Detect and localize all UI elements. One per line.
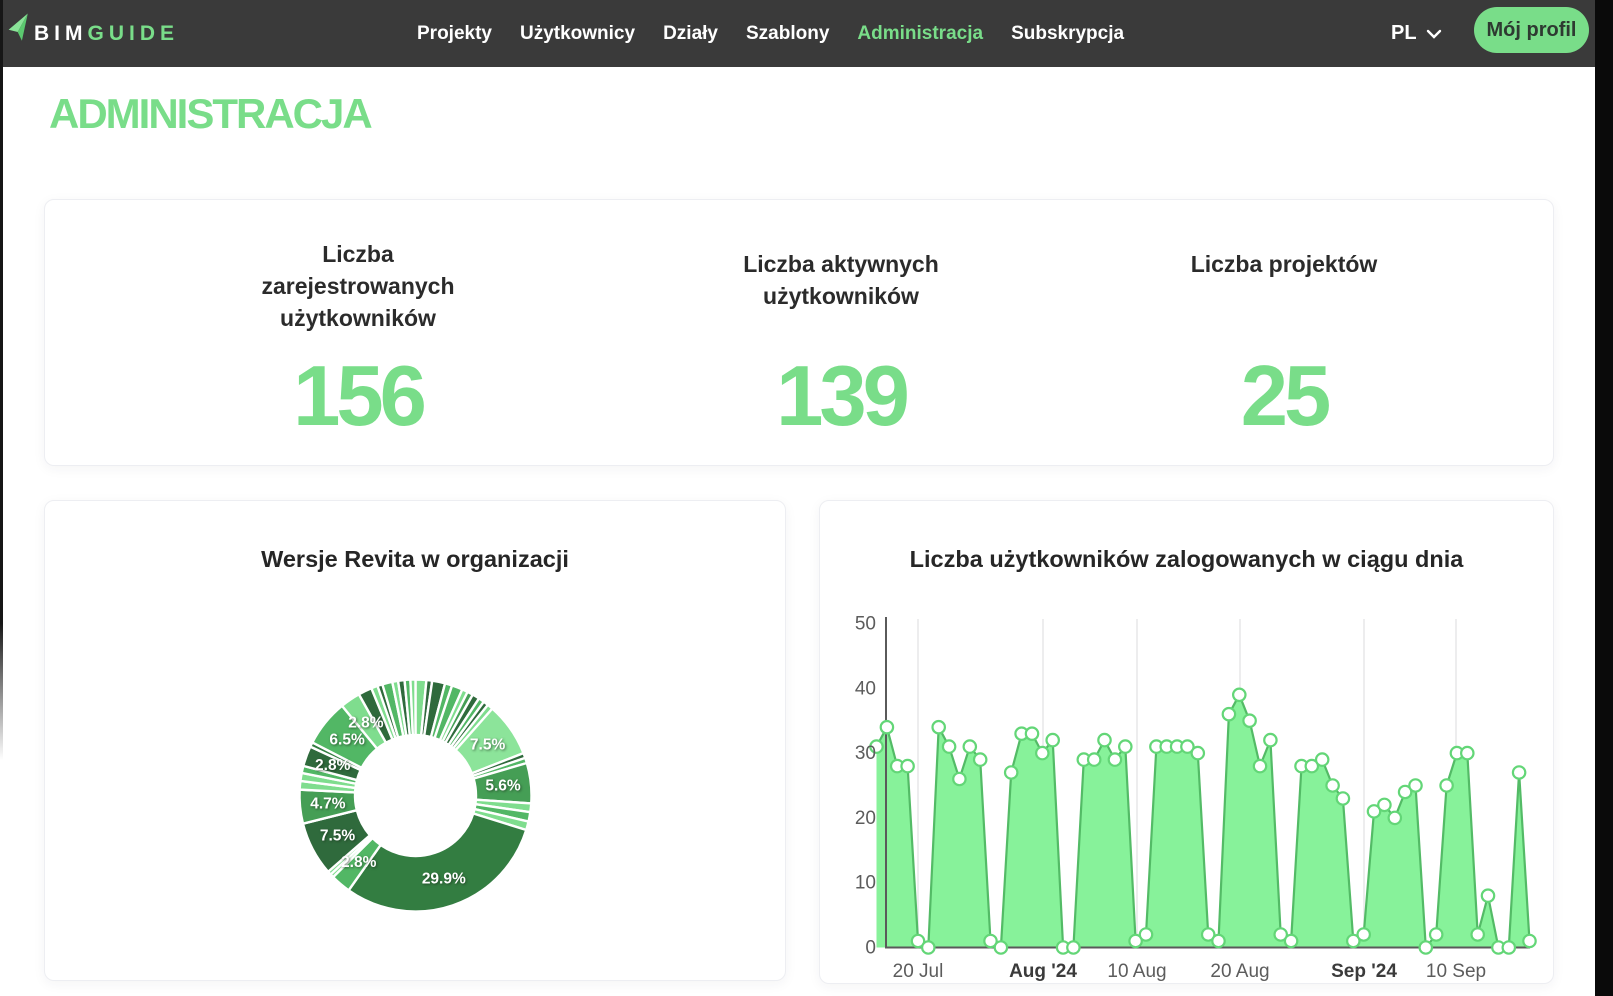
svg-text:Sep '24: Sep '24: [1331, 961, 1397, 982]
svg-text:40: 40: [855, 678, 876, 699]
svg-text:20 Aug: 20 Aug: [1210, 961, 1269, 982]
svg-text:4.7%: 4.7%: [310, 796, 346, 813]
svg-text:20 Jul: 20 Jul: [893, 961, 944, 982]
svg-text:7.5%: 7.5%: [320, 828, 356, 845]
svg-text:10 Sep: 10 Sep: [1426, 961, 1486, 982]
svg-text:10: 10: [855, 873, 876, 894]
svg-text:10 Aug: 10 Aug: [1107, 961, 1166, 982]
svg-text:29.9%: 29.9%: [422, 870, 466, 887]
svg-text:2.8%: 2.8%: [315, 757, 351, 774]
svg-text:Aug '24: Aug '24: [1009, 961, 1077, 982]
svg-text:20: 20: [855, 808, 876, 829]
svg-text:6.5%: 6.5%: [329, 732, 365, 749]
svg-text:2.8%: 2.8%: [341, 854, 377, 871]
svg-text:7.5%: 7.5%: [470, 737, 506, 754]
svg-text:50: 50: [855, 614, 876, 635]
svg-text:0: 0: [865, 938, 876, 959]
svg-text:30: 30: [855, 743, 876, 764]
svg-text:2.8%: 2.8%: [348, 714, 384, 731]
svg-text:5.6%: 5.6%: [485, 778, 521, 795]
